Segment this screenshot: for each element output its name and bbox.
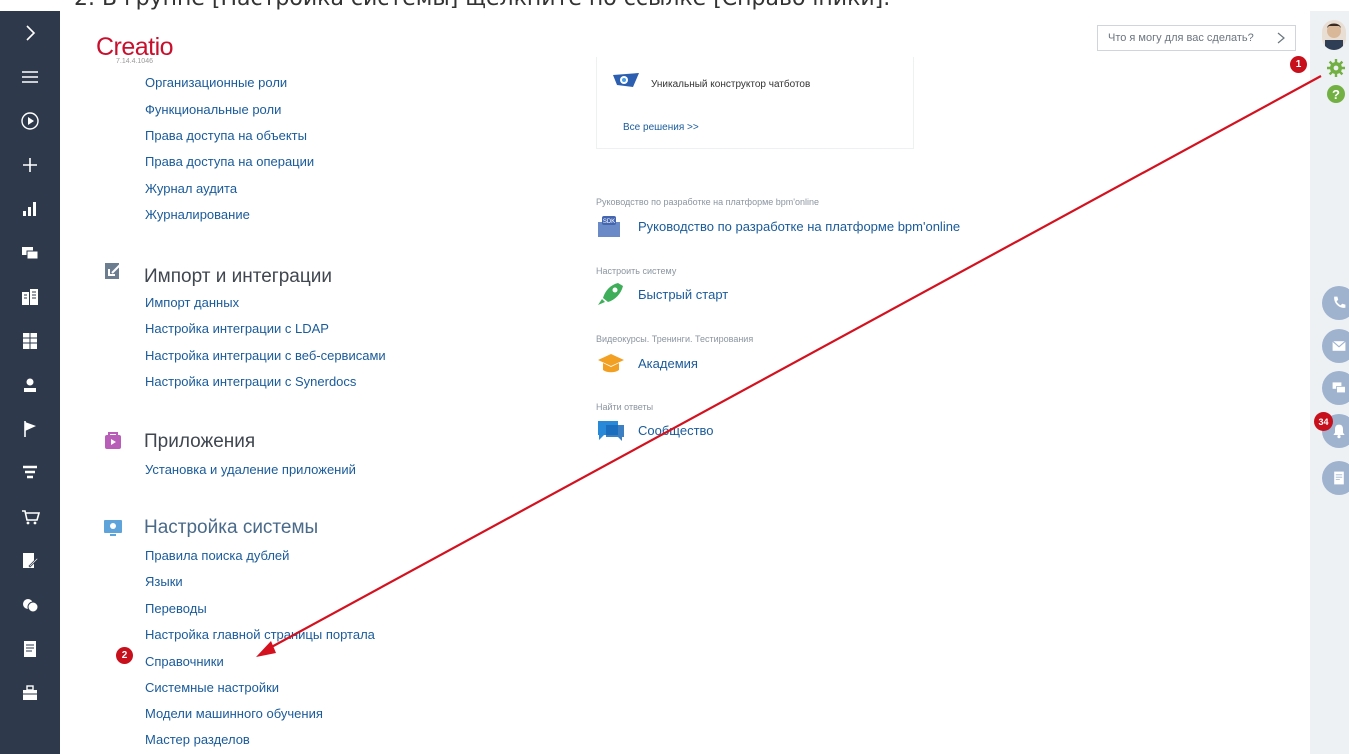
link-audit-log[interactable]: Журнал аудита <box>145 181 237 196</box>
chat-button[interactable] <box>1322 371 1349 405</box>
email-button[interactable] <box>1322 329 1349 363</box>
community-chat-icon <box>598 421 624 441</box>
analytics-icon[interactable] <box>0 187 60 231</box>
funnel-icon[interactable] <box>0 451 60 495</box>
svg-text:SDK: SDK <box>603 219 615 225</box>
coins-icon[interactable] <box>0 583 60 627</box>
link-synerdocs[interactable]: Настройка интеграции с Synerdocs <box>145 374 356 389</box>
chatbot-label[interactable]: Уникальный конструктор чатботов <box>651 79 810 90</box>
link-data-import[interactable]: Импорт данных <box>145 295 239 310</box>
applications-bag-icon <box>105 432 121 449</box>
link-ldap[interactable]: Настройка интеграции с LDAP <box>145 321 329 336</box>
task-document-icon <box>1334 471 1344 485</box>
case-icon[interactable] <box>0 671 60 715</box>
search-input[interactable] <box>1098 26 1268 50</box>
gear-icon[interactable] <box>1326 58 1346 78</box>
dev-guide-link[interactable]: Руководство по разработке на платформе b… <box>638 219 960 234</box>
link-object-rights[interactable]: Права доступа на объекты <box>145 128 307 143</box>
step-1-marker: 1 <box>1290 56 1307 73</box>
menu-icon[interactable] <box>0 55 60 99</box>
link-languages[interactable]: Языки <box>145 574 183 589</box>
version-label: 7.14.4.1046 <box>116 58 153 65</box>
setup-caption: Настроить систему <box>596 266 677 276</box>
community-link[interactable]: Сообщество <box>638 423 714 438</box>
marketplace-card: Уникальный конструктор чатботов Все реше… <box>596 57 914 149</box>
app-window: 2. В группе [Настройка системы] щелкните… <box>0 0 1349 754</box>
group-title-apps: Приложения <box>144 431 256 452</box>
document-icon[interactable] <box>0 627 60 671</box>
link-translations[interactable]: Переводы <box>145 601 207 616</box>
academy-caption: Видеокурсы. Тренинги. Тестирования <box>596 334 754 344</box>
link-system-settings[interactable]: Системные настройки <box>145 680 279 695</box>
rocket-icon <box>598 283 623 305</box>
link-web-services[interactable]: Настройка интеграции с веб-сервисами <box>145 348 386 363</box>
bell-icon <box>1333 424 1345 439</box>
contact-icon[interactable] <box>0 363 60 407</box>
link-ml-models[interactable]: Модели машинного обучения <box>145 706 323 721</box>
link-section-wizard[interactable]: Мастер разделов <box>145 732 250 747</box>
instruction-label: 2. В группе [Настройка системы] щелкните… <box>74 0 890 11</box>
sdk-box-icon: SDK <box>598 216 620 237</box>
academy-cap-icon <box>598 354 624 373</box>
group-title-import: Импорт и интеграции <box>144 266 332 287</box>
left-nav-rail <box>0 11 60 754</box>
svg-text:?: ? <box>1332 87 1340 102</box>
expand-icon[interactable] <box>0 11 60 55</box>
step-2-marker: 2 <box>116 647 133 664</box>
play-icon[interactable] <box>0 99 60 143</box>
phone-icon <box>1334 296 1346 308</box>
link-func-roles[interactable]: Функциональные роли <box>145 102 281 117</box>
plus-icon[interactable] <box>0 143 60 187</box>
link-logging[interactable]: Журналирование <box>145 207 250 222</box>
help-icon[interactable]: ? <box>1326 84 1346 104</box>
tasks-button[interactable] <box>1322 461 1349 495</box>
cart-icon[interactable] <box>0 495 60 539</box>
dev-guide-caption: Руководство по разработке на платформе b… <box>596 197 820 207</box>
user-avatar[interactable] <box>1322 20 1346 50</box>
main-content: Creatio 7.14.4.1046 Организационные роли… <box>60 11 1310 754</box>
document-edit-icon[interactable] <box>0 539 60 583</box>
command-line-search[interactable] <box>1097 25 1296 51</box>
all-solutions-link[interactable]: Все решения >> <box>623 122 699 133</box>
accounts-icon[interactable] <box>0 275 60 319</box>
quick-start-link[interactable]: Быстрый старт <box>638 287 728 302</box>
link-duplicate-rules[interactable]: Правила поиска дублей <box>145 548 289 563</box>
chat-icon <box>1332 382 1346 394</box>
link-lookups[interactable]: Справочники <box>145 654 224 669</box>
feed-icon[interactable] <box>0 231 60 275</box>
phone-button[interactable] <box>1322 286 1349 320</box>
community-caption: Найти ответы <box>596 402 654 412</box>
import-icon <box>105 262 123 279</box>
chatbot-builder-logo-icon <box>613 73 639 87</box>
notifications-count-badge: 34 <box>1314 412 1333 431</box>
email-icon <box>1332 340 1346 351</box>
link-portal-main-page[interactable]: Настройка главной страницы портала <box>145 627 375 642</box>
link-org-roles[interactable]: Организационные роли <box>145 75 287 90</box>
instruction-text: 2. В группе [Настройка системы] щелкните… <box>0 0 1349 11</box>
academy-link[interactable]: Академия <box>638 356 698 371</box>
flag-icon[interactable] <box>0 407 60 451</box>
chevron-right-icon[interactable] <box>1275 29 1287 47</box>
contacts-grid-icon[interactable] <box>0 319 60 363</box>
group-title-system: Настройка системы <box>144 517 319 538</box>
system-settings-monitor-icon <box>104 520 122 536</box>
link-operation-rights[interactable]: Права доступа на операции <box>145 154 314 169</box>
link-install-apps[interactable]: Установка и удаление приложений <box>145 462 356 477</box>
